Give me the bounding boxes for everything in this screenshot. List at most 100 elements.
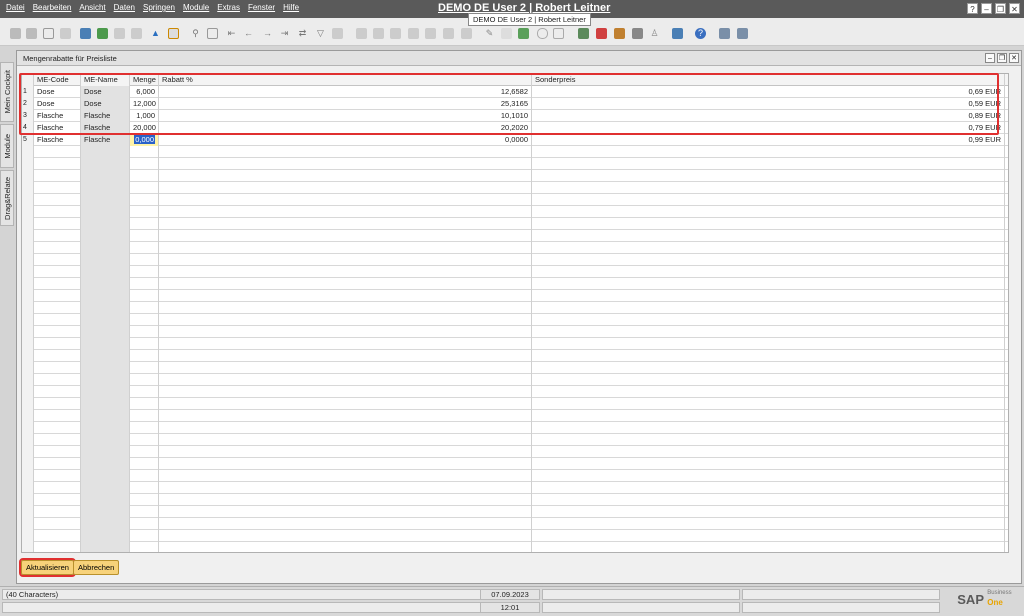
rabatt-cell[interactable] [159, 458, 532, 470]
rabatt-cell[interactable] [159, 374, 532, 386]
table-row[interactable] [22, 434, 1008, 446]
menge-cell[interactable] [130, 206, 159, 218]
header-me-name[interactable]: ME-Name [81, 74, 130, 86]
me-code-cell[interactable] [34, 530, 81, 542]
me-code-cell[interactable] [34, 518, 81, 530]
me-code-cell[interactable] [34, 434, 81, 446]
me-code-cell[interactable]: Dose [34, 86, 81, 98]
rabatt-cell[interactable] [159, 218, 532, 230]
sonderpreis-cell[interactable] [532, 278, 1005, 290]
next-record-icon[interactable]: → [262, 28, 273, 39]
rabatt-cell[interactable] [159, 326, 532, 338]
table-row[interactable] [22, 230, 1008, 242]
rabatt-cell[interactable] [159, 314, 532, 326]
launch-icon[interactable]: ▲ [150, 28, 161, 39]
sonderpreis-cell[interactable] [532, 434, 1005, 446]
refresh-icon[interactable]: ⇄ [297, 28, 308, 39]
table-row[interactable] [22, 374, 1008, 386]
sonderpreis-cell[interactable] [532, 290, 1005, 302]
table-row[interactable] [22, 398, 1008, 410]
me-code-cell[interactable] [34, 350, 81, 362]
approve-icon[interactable] [518, 28, 529, 39]
me-code-cell[interactable] [34, 542, 81, 552]
table-row[interactable]: 3 Flasche Flasche 1,000 10,1010 0,89 EUR [22, 110, 1008, 122]
menge-cell[interactable] [130, 458, 159, 470]
help-circle-icon[interactable]: ? [695, 28, 706, 39]
menge-cell[interactable] [130, 398, 159, 410]
rabatt-cell[interactable] [159, 506, 532, 518]
rabatt-cell[interactable] [159, 350, 532, 362]
table-row[interactable] [22, 206, 1008, 218]
calculator-icon[interactable] [578, 28, 589, 39]
rabatt-cell[interactable] [159, 386, 532, 398]
rabatt-cell[interactable] [159, 470, 532, 482]
table-row[interactable] [22, 146, 1008, 158]
sonderpreis-cell[interactable] [532, 530, 1005, 542]
sonderpreis-cell[interactable] [532, 458, 1005, 470]
rabatt-cell[interactable] [159, 242, 532, 254]
me-code-cell[interactable] [34, 386, 81, 398]
rabatt-cell[interactable] [159, 266, 532, 278]
table-row[interactable] [22, 482, 1008, 494]
me-code-cell[interactable] [34, 362, 81, 374]
me-code-cell[interactable] [34, 182, 81, 194]
table-row[interactable] [22, 242, 1008, 254]
close-icon[interactable]: ✕ [1009, 3, 1020, 14]
menu-module[interactable]: Module [183, 3, 209, 12]
menge-cell[interactable] [130, 242, 159, 254]
table-row[interactable] [22, 446, 1008, 458]
sonderpreis-cell[interactable] [532, 206, 1005, 218]
payment-icon[interactable] [408, 28, 419, 39]
sonderpreis-cell[interactable]: 0,79 EUR [532, 122, 1005, 134]
menu-bearbeiten[interactable]: Bearbeiten [33, 3, 72, 12]
email-icon[interactable] [43, 28, 54, 39]
table-row[interactable] [22, 458, 1008, 470]
menge-cell[interactable]: 0,000 [130, 134, 159, 146]
target-document-icon[interactable] [373, 28, 384, 39]
table-row[interactable] [22, 218, 1008, 230]
menge-cell[interactable]: 1,000 [130, 110, 159, 122]
sort-icon[interactable] [332, 28, 343, 39]
table-row[interactable] [22, 518, 1008, 530]
table-row[interactable] [22, 362, 1008, 374]
menge-cell[interactable] [130, 302, 159, 314]
menge-cell[interactable] [130, 194, 159, 206]
rabatt-cell[interactable] [159, 398, 532, 410]
settings-icon[interactable] [719, 28, 730, 39]
rabatt-cell[interactable]: 10,1010 [159, 110, 532, 122]
add-icon[interactable] [207, 28, 218, 39]
print-icon[interactable] [26, 28, 37, 39]
table-row[interactable] [22, 182, 1008, 194]
menge-cell[interactable] [130, 254, 159, 266]
rabatt-cell[interactable] [159, 290, 532, 302]
me-code-cell[interactable]: Flasche [34, 134, 81, 146]
me-code-cell[interactable]: Flasche [34, 110, 81, 122]
table-row[interactable] [22, 470, 1008, 482]
table-row[interactable] [22, 158, 1008, 170]
menge-cell[interactable] [130, 542, 159, 552]
table-row[interactable] [22, 302, 1008, 314]
update-button[interactable]: Aktualisieren [19, 558, 76, 577]
sonderpreis-cell[interactable]: 0,89 EUR [532, 110, 1005, 122]
menge-cell[interactable] [130, 530, 159, 542]
dashboard-icon[interactable] [672, 28, 683, 39]
last-record-icon[interactable]: ⇥ [279, 28, 290, 39]
export-icon[interactable] [80, 28, 91, 39]
table-row[interactable] [22, 386, 1008, 398]
sonderpreis-cell[interactable] [532, 242, 1005, 254]
table-row[interactable] [22, 542, 1008, 552]
table-row[interactable]: 1 Dose Dose 6,000 12,6582 0,69 EUR [22, 86, 1008, 98]
menge-cell[interactable] [130, 290, 159, 302]
sonderpreis-cell[interactable] [532, 422, 1005, 434]
rabatt-cell[interactable] [159, 338, 532, 350]
table-row[interactable] [22, 494, 1008, 506]
table-row[interactable] [22, 266, 1008, 278]
sonderpreis-cell[interactable] [532, 230, 1005, 242]
filter-icon[interactable]: ▽ [315, 28, 326, 39]
cockpit-icon[interactable] [614, 28, 625, 39]
rabatt-cell[interactable] [159, 494, 532, 506]
rabatt-cell[interactable] [159, 230, 532, 242]
note-icon[interactable] [553, 28, 564, 39]
menge-cell[interactable] [130, 182, 159, 194]
menge-cell[interactable] [130, 506, 159, 518]
